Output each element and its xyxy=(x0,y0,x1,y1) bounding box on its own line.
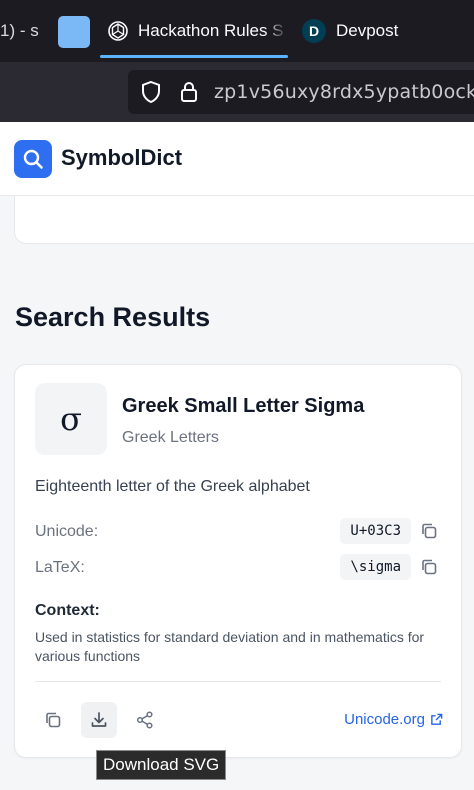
devpost-icon: D xyxy=(302,19,326,43)
share-button[interactable] xyxy=(127,702,163,738)
symbol-category: Greek Letters xyxy=(122,429,219,446)
tab-hackathon-title: Hackathon Rules S xyxy=(138,21,284,40)
tab-previous-title: 1) - s xyxy=(0,21,39,40)
tab-devpost-title: Devpost xyxy=(336,21,399,40)
url-text[interactable]: zp1v56uxy8rdx5ypatb0ockcb9 xyxy=(214,81,474,103)
tab-previous[interactable]: 1) - s xyxy=(0,0,44,62)
context-label: Context: xyxy=(35,602,100,619)
unicode-value: U+03C3 xyxy=(340,518,411,544)
download-icon xyxy=(91,712,107,727)
copy-unicode-icon[interactable] xyxy=(419,521,439,541)
symbol-card: σ Greek Small Letter Sigma Greek Letters… xyxy=(14,364,462,758)
symbol-name: Greek Small Letter Sigma xyxy=(122,395,365,417)
search-results-heading: Search Results xyxy=(15,302,211,332)
symbol-glyph: σ xyxy=(35,383,107,455)
download-svg-button[interactable] xyxy=(81,702,117,738)
copy-icon xyxy=(46,712,61,728)
browser-tab-bar: 1) - s Hackathon Rules S D Devpost xyxy=(0,0,474,62)
lock-icon[interactable] xyxy=(176,79,202,105)
tab-blank-favicon[interactable] xyxy=(58,16,90,48)
unicode-org-link[interactable]: Unicode.org xyxy=(344,711,443,728)
unicode-org-label: Unicode.org xyxy=(344,711,425,728)
search-panel xyxy=(14,196,474,244)
tab-devpost[interactable]: D Devpost xyxy=(298,0,474,62)
download-svg-tooltip: Download SVG xyxy=(96,750,227,780)
context-text: Used in statistics for standard deviatio… xyxy=(35,629,425,664)
shield-icon[interactable] xyxy=(138,79,164,105)
share-icon xyxy=(136,711,153,729)
app-header: SymbolDict xyxy=(0,122,474,196)
symbol-description: Eighteenth letter of the Greek alphabet xyxy=(35,478,310,495)
copy-symbol-button[interactable] xyxy=(35,702,71,738)
latex-label: LaTeX: xyxy=(35,559,85,576)
tab-hackathon-rules[interactable]: Hackathon Rules S xyxy=(100,0,288,62)
unicode-label: Unicode: xyxy=(35,523,99,540)
copy-latex-icon[interactable] xyxy=(419,557,439,577)
card-divider xyxy=(35,681,441,682)
search-logo-icon[interactable] xyxy=(14,140,52,178)
external-link-icon xyxy=(431,713,443,725)
openai-icon xyxy=(108,21,128,41)
latex-value: \sigma xyxy=(340,554,411,580)
active-tab-indicator xyxy=(100,55,288,58)
brand-name[interactable]: SymbolDict xyxy=(61,145,182,171)
url-bar[interactable]: zp1v56uxy8rdx5ypatb0ockcb9 xyxy=(128,70,474,114)
